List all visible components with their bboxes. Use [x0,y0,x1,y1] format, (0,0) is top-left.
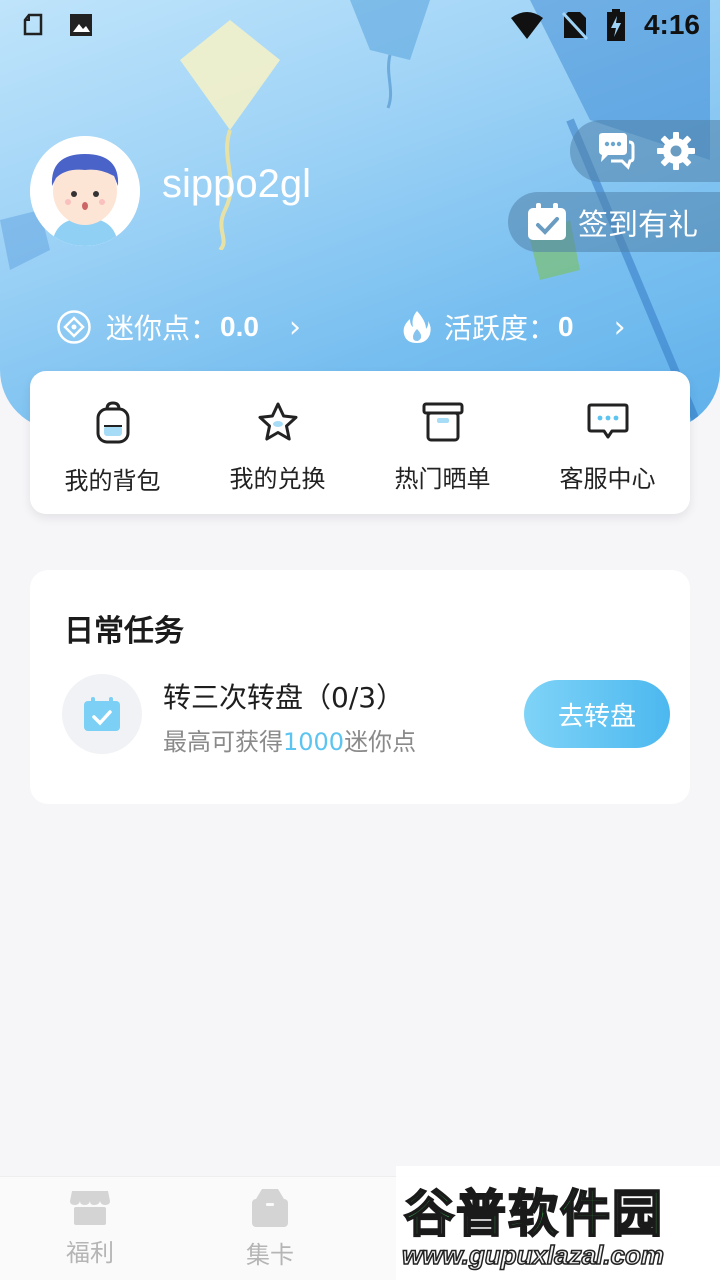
star-icon [258,402,297,441]
activity-value: 0 [558,311,574,342]
chevron-right-icon: › [613,309,626,345]
chat-bubble-icon [587,403,628,439]
wifi-icon [510,12,543,39]
watermark-title: 谷普软件园 [403,1184,664,1244]
watermark: 谷普软件园 www.gupuxlazal.com [396,1166,720,1280]
quick-item-label: 我的兑换 [229,465,326,493]
no-sim-icon [561,11,588,40]
card-bag-icon [252,1189,288,1227]
mini-points-stat[interactable]: 迷你点： 0.0 › [56,304,301,350]
avatar-boy-icon [30,136,140,246]
daily-tasks-title: 日常任务 [64,614,184,649]
box-icon [422,402,463,442]
header-actions [570,120,720,182]
task-desc-prefix: 最高可获得 [163,728,283,756]
quick-menu: 我的背包 我的兑换 热门晒单 客服中心 [30,371,690,514]
sign-in-label: 签到有礼 [578,208,698,243]
avatar[interactable] [30,136,140,246]
quick-item-label: 热门晒单 [394,465,491,493]
image-icon [70,14,92,36]
shop-icon [70,1191,110,1225]
mini-points-label: 迷你点： [106,312,219,345]
nav-label: 集卡 [246,1241,294,1269]
app-notification-icon [23,13,43,36]
backpack-icon [96,401,129,444]
watermark-url: www.gupuxlazal.com [401,1239,664,1271]
quick-item-support[interactable]: 客服中心 [525,371,690,514]
mini-points-value: 0.0 [220,311,259,342]
task-description: 最高可获得1000迷你点 [163,722,416,757]
username: sippo2gl [162,162,312,206]
nav-item-collect-cards[interactable]: 集卡 [180,1177,360,1280]
messages-icon[interactable] [595,132,635,170]
calendar-check-icon [528,203,566,240]
go-spin-button[interactable]: 去转盘 [524,680,670,748]
chevron-right-icon: › [288,309,301,345]
activity-stat[interactable]: 活跃度： 0 › [402,304,626,350]
clock: 4:16 [643,9,700,40]
flame-icon [403,311,431,343]
daily-tasks-card: 日常任务 转三次转盘（0/3） 最高可获得1000迷你点 去转盘 [30,570,690,804]
quick-item-label: 我的背包 [64,467,161,495]
diamond-coin-icon [57,310,91,344]
activity-label: 活跃度： [444,312,557,345]
task-reward-amount: 1000 [283,728,345,756]
calendar-check-icon [84,697,120,731]
stats-row: 迷你点： 0.0 › 活跃度： 0 › [56,304,656,350]
quick-item-backpack[interactable]: 我的背包 [30,371,195,514]
status-bar: 4:16 [0,0,720,50]
kite-decoration [180,20,280,250]
settings-gear-icon[interactable] [656,131,696,171]
task-name: 转三次转盘（0/3） [163,681,405,714]
nav-item-welfare[interactable]: 福利 [0,1177,180,1280]
quick-item-label: 客服中心 [559,465,656,493]
quick-item-showcase[interactable]: 热门晒单 [360,371,525,514]
quick-item-exchange[interactable]: 我的兑换 [195,371,360,514]
sign-in-reward-button[interactable]: 签到有礼 [508,192,720,252]
task-icon-container [62,674,142,754]
battery-charging-icon [606,9,625,41]
task-desc-suffix: 迷你点 [344,728,417,756]
nav-label: 福利 [66,1239,114,1267]
